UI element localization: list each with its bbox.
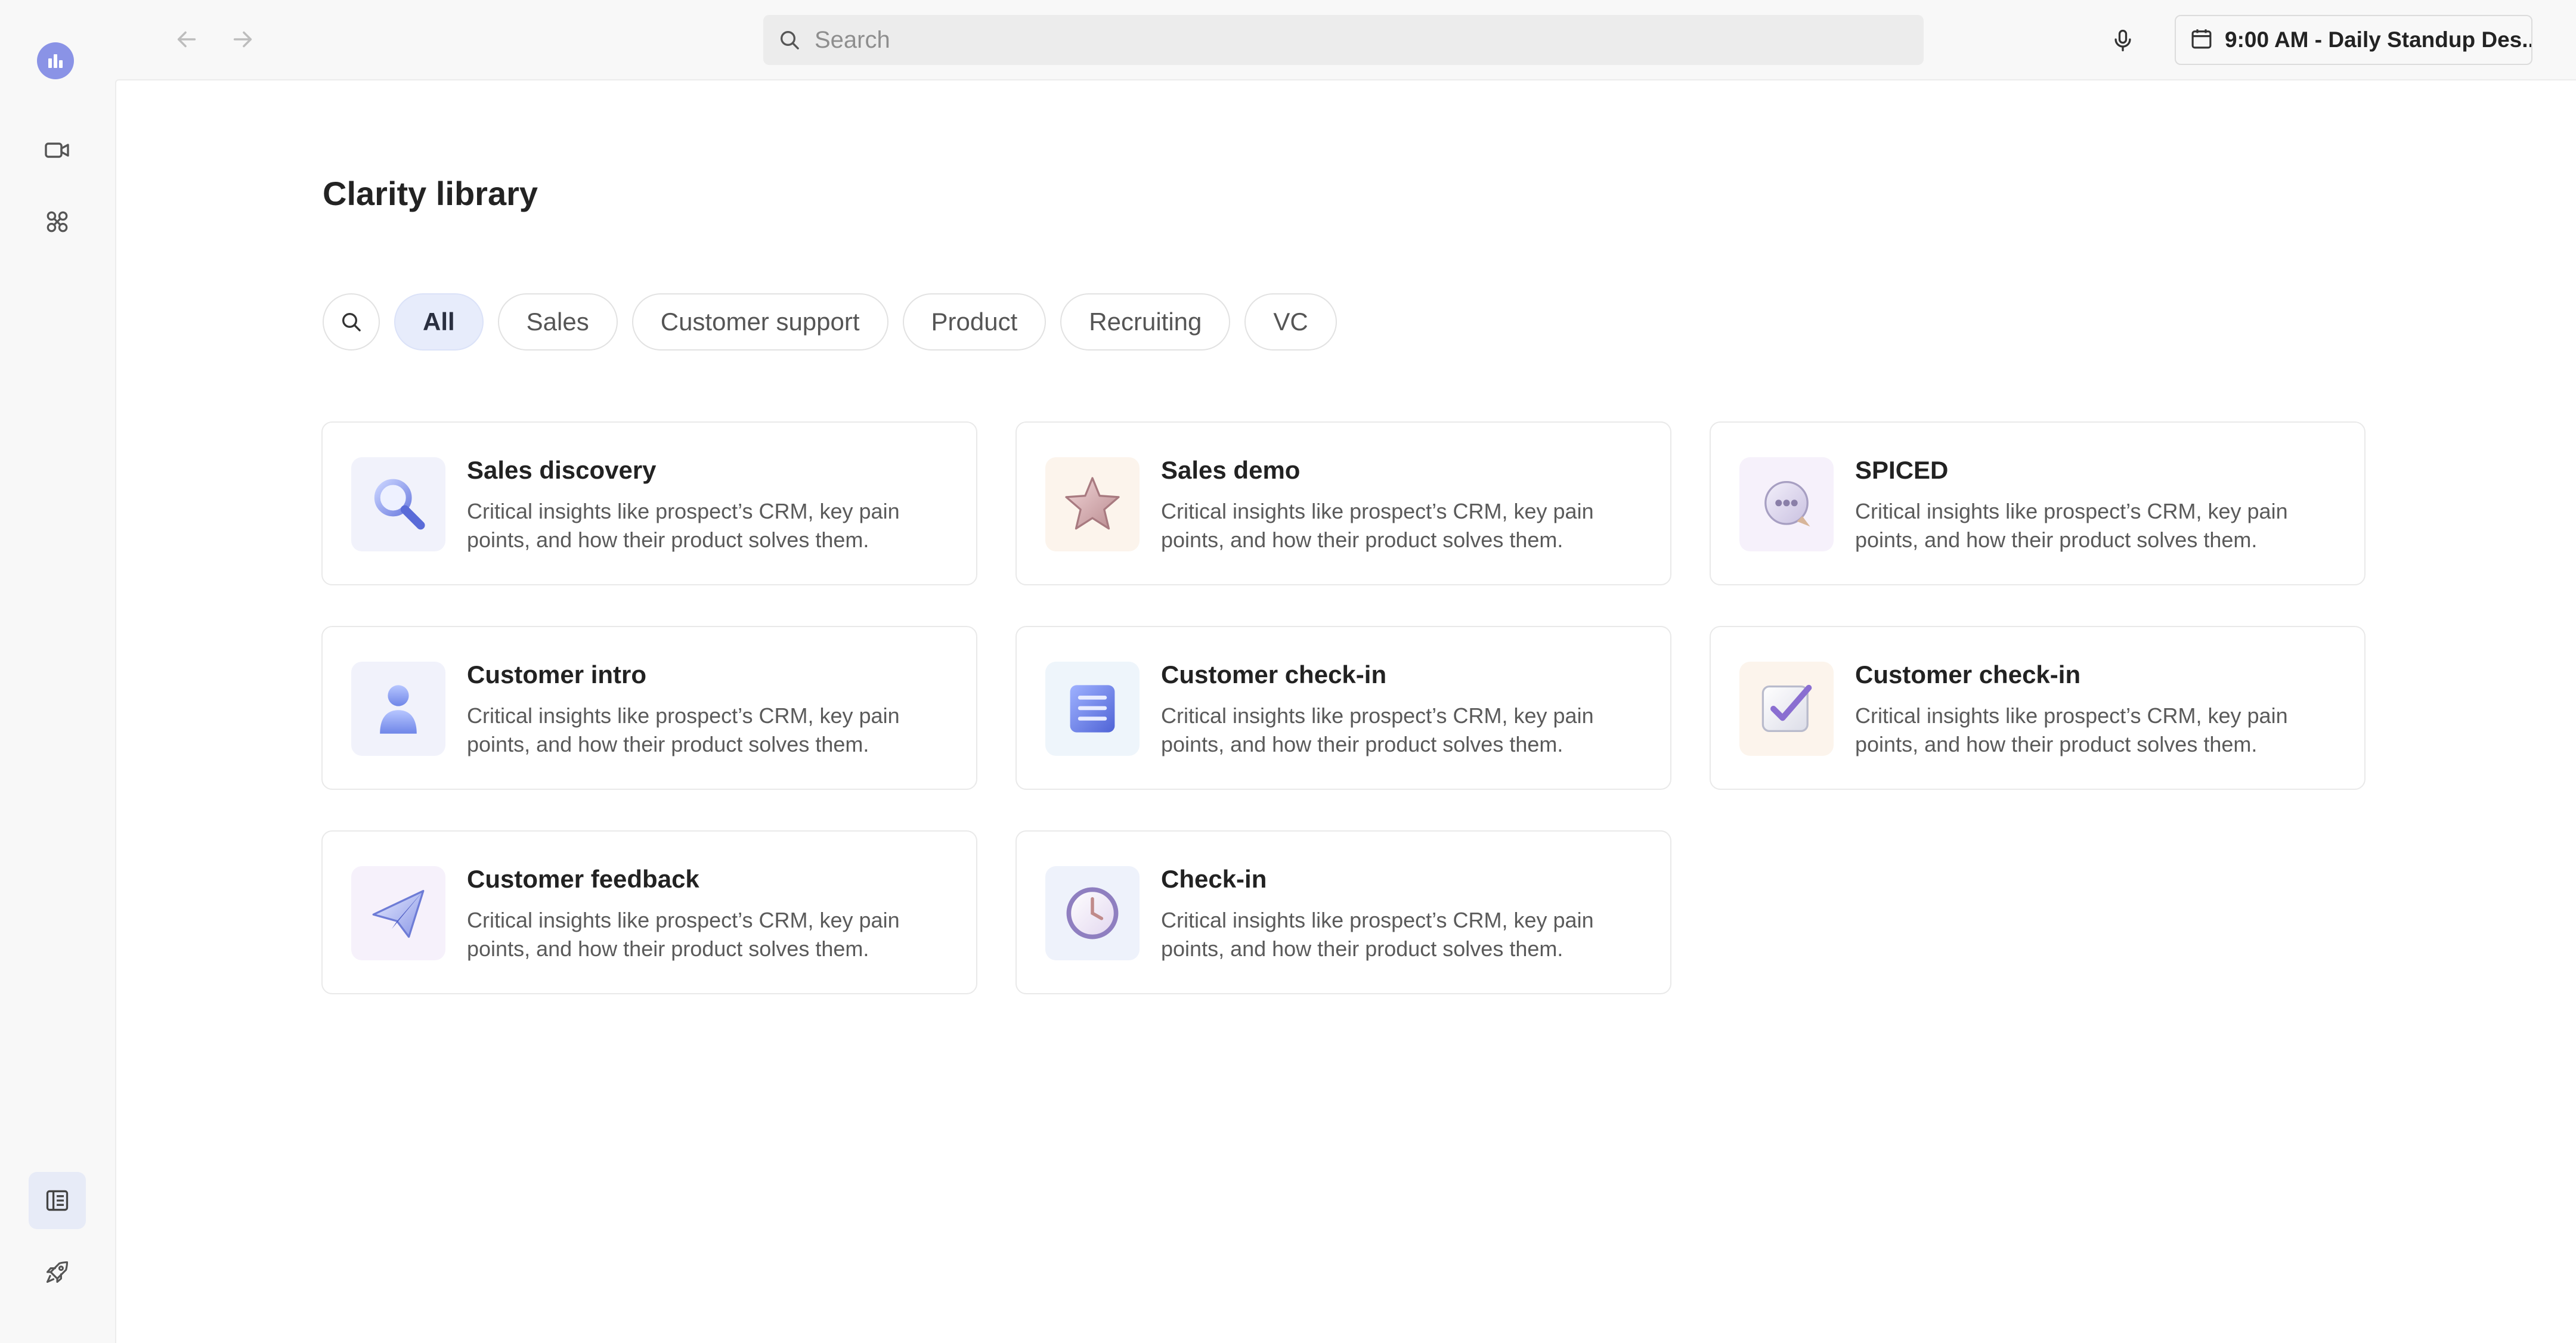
filter-chip-all[interactable]: All xyxy=(394,293,484,351)
rocket-icon[interactable] xyxy=(29,1243,86,1301)
filter-chip-recruiting[interactable]: Recruiting xyxy=(1060,293,1231,351)
filter-chip-product[interactable]: Product xyxy=(902,293,1046,351)
card-title: Customer intro xyxy=(467,660,647,688)
back-arrow-icon[interactable] xyxy=(169,21,205,57)
paper-plane-icon xyxy=(372,889,425,938)
filter-chip-customer-support[interactable]: Customer support xyxy=(631,293,888,351)
card-thumbnail xyxy=(351,662,445,756)
forward-arrow-icon[interactable] xyxy=(225,21,261,57)
search-icon xyxy=(776,27,803,53)
card-description: Critical insights like prospect’s CRM, k… xyxy=(467,908,900,961)
star-icon xyxy=(1065,477,1120,530)
card-description: Critical insights like prospect’s CRM, k… xyxy=(1161,499,1594,552)
card-description: Critical insights like prospect’s CRM, k… xyxy=(467,703,900,756)
global-search[interactable] xyxy=(763,15,1924,65)
template-card[interactable]: Customer intro Critical insights like pr… xyxy=(321,626,977,790)
microphone-icon[interactable] xyxy=(2102,20,2144,61)
card-title: Sales discovery xyxy=(467,456,657,484)
template-grid: Sales discovery Critical insights like p… xyxy=(321,421,2366,994)
card-title: Customer check-in xyxy=(1855,660,2081,688)
calendar-icon xyxy=(2189,26,2214,54)
template-card[interactable]: Customer check-in Critical insights like… xyxy=(1710,626,2366,790)
card-thumbnail xyxy=(1045,662,1140,756)
checkbox-icon xyxy=(1761,684,1812,733)
clock-icon xyxy=(1066,887,1119,939)
template-card[interactable]: Sales discovery Critical insights like p… xyxy=(321,421,977,585)
card-title: Customer check-in xyxy=(1161,660,1387,688)
card-description: Critical insights like prospect’s CRM, k… xyxy=(1855,499,2288,552)
card-thumbnail xyxy=(351,866,445,960)
filter-search-button[interactable] xyxy=(323,293,380,351)
filter-bar: All Sales Customer support Product Recru… xyxy=(323,293,1337,351)
template-card[interactable]: Customer check-in Critical insights like… xyxy=(1015,626,1671,790)
card-thumbnail xyxy=(1045,457,1140,551)
card-thumbnail xyxy=(1045,866,1140,960)
filter-chip-sales[interactable]: Sales xyxy=(497,293,618,351)
template-card[interactable]: Check-in Critical insights like prospect… xyxy=(1015,830,1671,994)
card-description: Critical insights like prospect’s CRM, k… xyxy=(1161,908,1594,961)
main-panel: Clarity library All Sales Customer suppo… xyxy=(115,79,2576,1343)
template-card[interactable]: Customer feedback Critical insights like… xyxy=(321,830,977,994)
card-description: Critical insights like prospect’s CRM, k… xyxy=(467,499,900,552)
library-icon[interactable] xyxy=(29,1172,86,1229)
search-input[interactable] xyxy=(813,15,1924,65)
card-title: Customer feedback xyxy=(467,865,699,893)
list-icon xyxy=(1070,685,1115,733)
card-title: Sales demo xyxy=(1161,456,1301,484)
left-rail xyxy=(0,0,115,1343)
card-thumbnail xyxy=(351,457,445,551)
video-camera-icon[interactable] xyxy=(29,122,86,179)
template-card[interactable]: Sales demo Critical insights like prospe… xyxy=(1015,421,1671,585)
card-title: Check-in xyxy=(1161,865,1267,893)
card-description: Critical insights like prospect’s CRM, k… xyxy=(1855,703,2288,756)
chat-bubble-icon xyxy=(1764,480,1810,527)
card-thumbnail xyxy=(1739,662,1834,756)
person-icon xyxy=(380,685,417,734)
magnifier-icon xyxy=(374,479,425,530)
integrations-icon[interactable] xyxy=(29,193,86,250)
meeting-label: 9:00 AM - Daily Standup Des.. xyxy=(2225,27,2531,52)
template-card[interactable]: SPICED Critical insights like prospect’s… xyxy=(1710,421,2366,585)
card-description: Critical insights like prospect’s CRM, k… xyxy=(1161,703,1594,756)
card-title: SPICED xyxy=(1855,456,1949,484)
upcoming-meeting-button[interactable]: 9:00 AM - Daily Standup Des.. xyxy=(2175,15,2532,65)
top-bar: 9:00 AM - Daily Standup Des.. xyxy=(115,0,2576,80)
card-thumbnail xyxy=(1739,457,1834,551)
page-title: Clarity library xyxy=(323,175,538,212)
app-logo-icon[interactable] xyxy=(37,42,74,79)
filter-chip-vc[interactable]: VC xyxy=(1244,293,1337,351)
search-icon xyxy=(342,313,361,331)
